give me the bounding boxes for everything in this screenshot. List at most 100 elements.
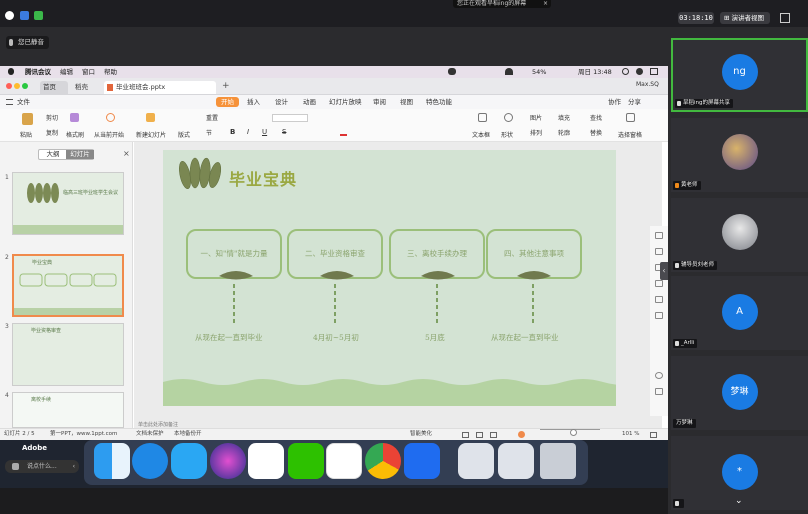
- tencent-meeting-icon[interactable]: [404, 443, 440, 479]
- current-slide[interactable]: 毕业宝典 一、知"情"就是力量 二、毕业资格审查 三、离校手续办理 四、其他注意…: [163, 150, 616, 406]
- ribbon-tab-slideshow[interactable]: 幻灯片放映: [324, 97, 367, 107]
- style-icon[interactable]: [655, 232, 663, 239]
- safari-icon[interactable]: [132, 443, 168, 479]
- replace-button[interactable]: 替换: [590, 128, 602, 137]
- cut-button[interactable]: 剪切: [46, 113, 58, 122]
- tab-outline[interactable]: 大纲: [39, 150, 67, 159]
- play-icon[interactable]: [518, 431, 525, 438]
- user-name[interactable]: Max.SQ: [636, 81, 659, 88]
- ribbon-tab-review[interactable]: 审阅: [368, 97, 391, 107]
- participant-tile-5[interactable]: 梦琳 万梦琳: [671, 356, 808, 430]
- history-icon[interactable]: [655, 372, 663, 379]
- new-slide-icon[interactable]: [146, 113, 155, 122]
- apple-icon[interactable]: [8, 68, 14, 75]
- bold-button[interactable]: B: [230, 128, 235, 136]
- slide-thumbnail-4[interactable]: 离校手续: [12, 392, 124, 428]
- menu-edit[interactable]: 编辑: [60, 66, 73, 78]
- participant-tile-2[interactable]: 黄老师: [671, 118, 808, 192]
- layout-button[interactable]: 版式: [178, 130, 190, 139]
- new-slide-button[interactable]: 新建幻灯片: [136, 130, 166, 139]
- backup-status[interactable]: 本地备份开: [174, 429, 202, 440]
- user-icon[interactable]: [636, 68, 643, 75]
- info-icon[interactable]: [5, 11, 14, 20]
- search-icon[interactable]: [622, 68, 629, 75]
- ribbon-tab-view[interactable]: 视图: [395, 97, 418, 107]
- paste-icon[interactable]: [22, 113, 33, 125]
- window-preview-1[interactable]: [458, 443, 494, 479]
- shape-icon[interactable]: [655, 248, 663, 255]
- slide-thumbnail-3[interactable]: 毕业资格审查: [12, 323, 124, 386]
- backup-icon[interactable]: [655, 388, 663, 395]
- notes-placeholder[interactable]: 单击此处添加备注: [138, 421, 178, 428]
- textbox-button[interactable]: 文本框: [472, 130, 490, 139]
- font-color-icon[interactable]: [340, 128, 347, 136]
- play-from-current-button[interactable]: 从当前开始: [94, 130, 124, 139]
- section-button[interactable]: 节: [206, 128, 212, 137]
- smart-beautify-button[interactable]: 智能美化: [410, 429, 432, 440]
- signal-icon[interactable]: [34, 11, 43, 20]
- fill-button[interactable]: 填充: [558, 113, 570, 122]
- normal-view-icon[interactable]: [462, 432, 469, 438]
- control-center-icon[interactable]: [650, 68, 658, 75]
- tab-docer[interactable]: 稻壳: [72, 81, 100, 94]
- ribbon-tab-animation[interactable]: 动画: [298, 97, 321, 107]
- wechat-app-icon[interactable]: [288, 443, 324, 479]
- wps-app-icon[interactable]: [326, 443, 362, 479]
- textbox-icon[interactable]: [478, 113, 487, 122]
- underline-button[interactable]: U: [262, 128, 267, 136]
- new-tab-icon[interactable]: +: [222, 81, 230, 91]
- wifi-icon[interactable]: [505, 68, 513, 75]
- font-size-field[interactable]: [272, 114, 308, 122]
- window-max-dot[interactable]: [22, 83, 28, 89]
- menu-file[interactable]: 文件: [17, 95, 30, 109]
- trash-icon[interactable]: [540, 443, 576, 479]
- menu-help[interactable]: 帮助: [104, 66, 117, 78]
- chrome-icon[interactable]: [365, 443, 401, 479]
- close-icon[interactable]: ×: [123, 149, 130, 158]
- share-icon[interactable]: [655, 280, 663, 287]
- messages-icon[interactable]: [171, 443, 207, 479]
- wechat-icon[interactable]: [448, 68, 456, 75]
- fit-icon[interactable]: [650, 432, 657, 438]
- reading-view-icon[interactable]: [490, 432, 497, 438]
- play-icon[interactable]: [106, 113, 115, 122]
- window-preview-2[interactable]: [498, 443, 534, 479]
- strike-button[interactable]: S: [282, 128, 286, 136]
- window-close-dot[interactable]: [6, 83, 12, 89]
- chat-mini-bar[interactable]: 说点什么... ‹: [5, 460, 79, 473]
- outline-button[interactable]: 轮廓: [558, 128, 570, 137]
- participant-tile-1[interactable]: ng 旱稻ing的屏幕共享: [671, 38, 808, 112]
- participant-tile-3[interactable]: 辅导员刘老师: [671, 198, 808, 272]
- siri-icon[interactable]: [210, 443, 246, 479]
- menu-app[interactable]: 腾讯会议: [25, 66, 51, 78]
- copy-button[interactable]: 复制: [46, 128, 58, 137]
- select-pane-icon[interactable]: [626, 113, 635, 122]
- paste-button[interactable]: 粘贴: [20, 130, 32, 139]
- slide-thumbnail-1[interactable]: 临高三班毕业班学生会议: [12, 172, 124, 235]
- participant-tile-4[interactable]: A _Arlli: [671, 276, 808, 350]
- ribbon-tab-home[interactable]: 开始: [216, 97, 239, 107]
- arrange-button[interactable]: 排列: [530, 128, 542, 137]
- select-pane-button[interactable]: 选择窗格: [618, 130, 642, 139]
- chevron-left-icon[interactable]: ‹: [73, 460, 75, 473]
- share-banner[interactable]: 您正在观看旱稻ing的屏幕 ×: [453, 0, 551, 8]
- window-min-dot[interactable]: [14, 83, 20, 89]
- chevron-down-icon[interactable]: ⌄: [735, 496, 743, 506]
- tab-slides[interactable]: 幻灯片: [66, 150, 94, 159]
- collapse-panel-tab[interactable]: ‹: [660, 262, 668, 280]
- collab-button[interactable]: 协作: [608, 95, 621, 109]
- zoom-slider-handle[interactable]: [570, 429, 577, 436]
- sorter-view-icon[interactable]: [476, 432, 483, 438]
- slide-thumbnail-2[interactable]: 毕业宝典: [12, 254, 124, 317]
- close-icon[interactable]: ×: [543, 0, 548, 8]
- tab-home[interactable]: 首页: [40, 81, 68, 94]
- menu-window[interactable]: 窗口: [82, 66, 95, 78]
- photos-app-icon[interactable]: [248, 443, 284, 479]
- fullscreen-icon[interactable]: [780, 13, 790, 23]
- cloud-icon[interactable]: [655, 296, 663, 303]
- format-painter-icon[interactable]: [70, 113, 79, 122]
- share-button[interactable]: 分享: [628, 95, 641, 109]
- italic-button[interactable]: I: [247, 128, 249, 136]
- format-painter-button[interactable]: 格式刷: [66, 130, 84, 139]
- reset-button[interactable]: 重置: [206, 113, 218, 122]
